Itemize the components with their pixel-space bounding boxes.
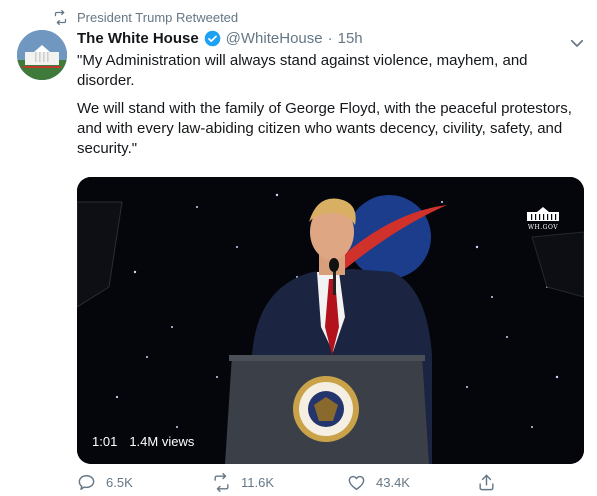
timestamp[interactable]: 15h (338, 30, 363, 47)
whgov-watermark: WH.GOV (521, 206, 565, 231)
video-frame (77, 177, 584, 464)
white-house-logo-icon (527, 207, 559, 221)
like-button[interactable]: 43.4K (347, 473, 477, 492)
retweet-button[interactable]: 11.6K (212, 473, 347, 492)
like-count: 43.4K (376, 475, 410, 490)
author-name[interactable]: The White House (77, 30, 199, 47)
chevron-down-icon[interactable] (568, 34, 586, 52)
reply-icon (78, 475, 95, 490)
retweet-context-label: President Trump Retweeted (77, 10, 239, 25)
reply-button[interactable]: 6.5K (77, 473, 212, 492)
video-player[interactable]: WH.GOV 1:01 1.4M views (77, 177, 584, 464)
tweet-paragraph-1: "My Administration will always stand aga… (77, 52, 528, 89)
tweet-text: "My Administration will always stand aga… (77, 51, 577, 159)
share-icon (479, 474, 494, 491)
separator-dot: · (327, 30, 333, 47)
retweet-context: President Trump Retweeted (53, 10, 238, 25)
video-meta: 1:01 1.4M views (92, 434, 194, 449)
retweet-icon (214, 473, 229, 492)
retweet-icon (54, 10, 67, 25)
author-handle[interactable]: @WhiteHouse (226, 30, 323, 47)
video-views: 1.4M views (129, 434, 195, 449)
share-button[interactable] (477, 473, 507, 492)
avatar[interactable] (17, 30, 67, 80)
heart-icon (348, 475, 365, 490)
tweet-paragraph-2: We will stand with the family of George … (77, 100, 572, 157)
reply-count: 6.5K (106, 475, 133, 490)
verified-badge-icon (204, 30, 220, 47)
retweet-count: 11.6K (241, 475, 275, 490)
watermark-text: WH.GOV (527, 224, 559, 231)
tweet-actions: 6.5K 11.6K 43.4K (77, 473, 507, 492)
video-duration: 1:01 (92, 434, 118, 449)
tweet-header: The White House @WhiteHouse · 15h (77, 30, 363, 47)
